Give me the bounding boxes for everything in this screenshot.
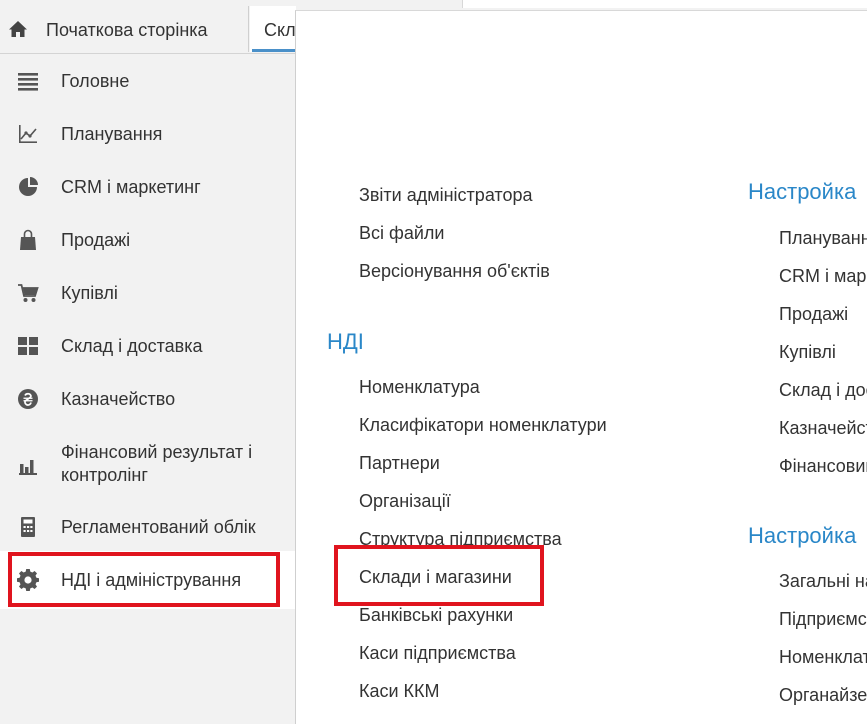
gear-icon (16, 568, 40, 592)
sidebar-item-label: Продажі (61, 230, 131, 250)
sidebar-item-main[interactable]: Головне (0, 68, 295, 94)
sidebar-item-planning[interactable]: Планування (0, 121, 295, 147)
link-settings-warehouse[interactable]: Склад і доставка (779, 380, 867, 401)
link-settings-sales[interactable]: Продажі (779, 304, 848, 325)
link-general-settings[interactable]: Загальні налаштування (779, 571, 867, 592)
section-panel: Звіти адміністратора Всі файли Версіонув… (295, 10, 867, 724)
sidebar-item-label: CRM і маркетинг (61, 177, 201, 197)
sidebar-item-label: Головне (61, 71, 130, 91)
link-all-files[interactable]: Всі файли (359, 223, 444, 244)
sidebar-item-label: Купівлі (61, 283, 118, 303)
link-partners[interactable]: Партнери (359, 453, 440, 474)
sidebar-item-regulated-accounting[interactable]: Регламентований облік (0, 514, 295, 540)
link-admin-reports[interactable]: Звіти адміністратора (359, 185, 533, 206)
pie-chart-icon (16, 175, 40, 199)
sidebar-item-label: Планування (61, 124, 163, 144)
link-settings-nomenclature[interactable]: Номенклатура (779, 647, 867, 668)
section-title-ndi: НДІ (327, 329, 364, 354)
shopping-cart-icon (16, 281, 40, 305)
tab-active-indicator (252, 49, 296, 52)
home-icon (8, 20, 28, 38)
sidebar-item-label-line2: контролінг (61, 465, 148, 485)
link-warehouses-and-stores[interactable]: Склади і магазини (359, 567, 512, 588)
sidebar-item-label: Фінансовий результат і (61, 442, 253, 462)
chart-axes-icon (16, 122, 40, 146)
bar-chart-icon (16, 453, 40, 477)
tab-home-label: Початкова сторінка (46, 20, 208, 40)
section-title-settings-2: Настройка (748, 523, 857, 548)
link-nomenclature[interactable]: Номенклатура (359, 377, 480, 398)
sidebar-item-label: Склад і доставка (61, 336, 203, 356)
sidebar-item-treasury[interactable]: Казначейство (0, 386, 295, 412)
menu-lines-icon (16, 69, 40, 93)
sidebar-item-purchases[interactable]: Купівлі (0, 280, 295, 306)
link-cash-registers[interactable]: Каси ККМ (359, 681, 440, 702)
link-settings-financial[interactable]: Фінансовий результат (779, 456, 867, 477)
sidebar-item-crm[interactable]: CRM і маркетинг (0, 174, 295, 200)
sidebar-item-financial-result[interactable]: Фінансовий результат і контролінг (0, 439, 295, 489)
link-enterprise-cash-desks[interactable]: Каси підприємства (359, 643, 516, 664)
warehouse-grid-icon (16, 334, 40, 358)
link-settings-treasury[interactable]: Казначейство (779, 418, 867, 439)
link-bank-accounts[interactable]: Банківські рахунки (359, 605, 513, 626)
sidebar-item-sales[interactable]: Продажі (0, 227, 295, 253)
shopping-bag-icon (16, 228, 40, 252)
sidebar-item-warehouse[interactable]: Склад і доставка (0, 333, 295, 359)
tab-home[interactable]: Початкова сторінка (0, 6, 248, 52)
section-title-settings: Настройка (748, 179, 857, 204)
sidebar-item-label: Регламентований облік (61, 517, 256, 537)
calculator-icon (16, 515, 40, 539)
link-organizer[interactable]: Органайзер (779, 685, 867, 706)
tabbar-empty-area (462, 0, 867, 8)
sidebar-item-label: НДІ і адміністрування (61, 570, 242, 590)
sidebar-item-ndi-admin[interactable]: НДІ і адміністрування (0, 551, 295, 609)
link-settings-planning[interactable]: Планування (779, 228, 867, 249)
link-enterprise-structure[interactable]: Структура підприємства (359, 529, 562, 550)
link-settings-crm[interactable]: CRM і маркетинг (779, 266, 867, 287)
hryvnia-coin-icon (16, 387, 40, 411)
tab-warehouse[interactable]: Скл (250, 6, 296, 52)
link-enterprise[interactable]: Підприємство (779, 609, 867, 630)
tab-warehouse-label: Скл (264, 20, 296, 40)
link-settings-purchases[interactable]: Купівлі (779, 342, 836, 363)
sidebar: Головне Планування CRM і маркетинг Прода… (0, 54, 295, 724)
link-object-versioning[interactable]: Версіонування об'єктів (359, 261, 550, 282)
sidebar-item-label: Казначейство (61, 389, 176, 409)
link-nomenclature-classifiers[interactable]: Класифікатори номенклатури (359, 415, 607, 436)
link-organizations[interactable]: Організації (359, 491, 451, 512)
tab-separator (248, 6, 249, 52)
